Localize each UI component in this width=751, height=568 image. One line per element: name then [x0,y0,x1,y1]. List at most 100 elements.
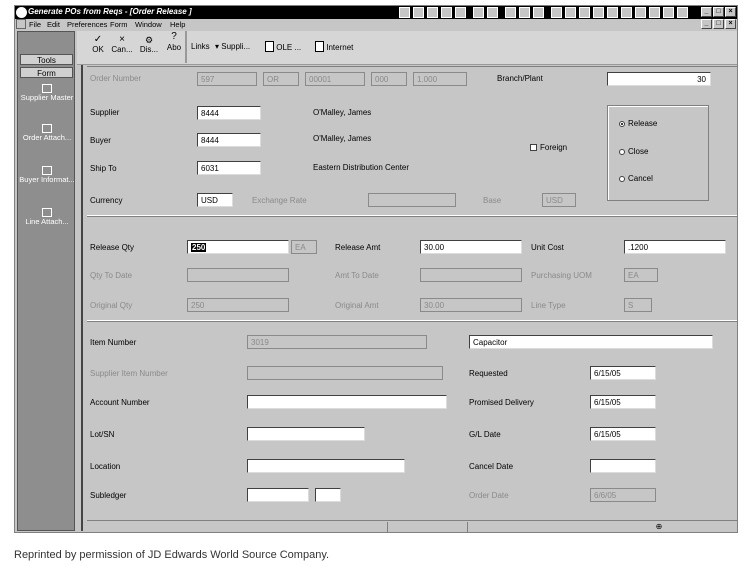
internet-label: Internet [326,43,354,52]
tool-icon[interactable] [565,7,576,18]
tool-icon[interactable] [579,7,590,18]
lot-sn-field[interactable] [247,427,365,441]
tab-form[interactable]: Form [20,67,73,78]
requested-field[interactable]: 6/15/05 [590,366,656,380]
foreign-checkbox[interactable]: Foreign [530,143,567,152]
cancel-date-label: Cancel Date [469,462,514,471]
status-bar: ⊕ [87,520,737,532]
supplier-label: Supplier [90,108,120,117]
account-number-field[interactable] [247,395,447,409]
exchange-rate-label: Exchange Rate [252,196,307,205]
menu-form[interactable]: Form [110,20,128,29]
original-amt-field: 30.00 [420,298,522,312]
gl-date-label: G/L Date [469,430,501,439]
foreign-label: Foreign [540,143,568,152]
dropdown-arrow-icon: ▾ [215,42,220,51]
window-title: Generate POs from Reqs - [Order Release … [28,7,192,16]
tool-icon[interactable] [505,7,516,18]
line-type-label: Line Type [531,301,566,310]
exit-buyer-information[interactable]: Buyer Informat... [18,166,76,184]
original-qty-field: 250 [187,298,289,312]
menu-window[interactable]: Window [135,20,162,29]
tool-icon[interactable] [677,7,688,18]
amt-to-date-label: Amt To Date [335,271,379,280]
exit-supplier-master[interactable]: Supplier Master [18,84,76,102]
menu-preferences[interactable]: Preferences [67,20,107,29]
exit-line-attach[interactable]: Line Attach... [18,208,76,226]
tool-icon[interactable] [413,7,424,18]
internet-link[interactable]: Internet [315,41,353,52]
radio-icon [619,149,625,155]
amt-to-date-field [420,268,522,282]
child-minimize-button[interactable]: _ [701,19,712,29]
ok-button[interactable]: ✓ OK [89,34,107,55]
supplier-link-label: Suppli... [221,42,251,51]
title-bar: Generate POs from Reqs - [Order Release … [15,6,737,19]
about-button[interactable]: ? Abo [165,31,183,52]
exit-order-attach[interactable]: Order Attach... [18,124,76,142]
child-restore-button[interactable]: □ [713,19,724,29]
x-icon: × [119,34,125,45]
tool-icon[interactable] [551,7,562,18]
gl-date-field[interactable]: 6/15/05 [590,427,656,441]
exit-label: Line Attach... [25,217,69,226]
supplier-item-label: Supplier Item Number [90,369,168,378]
links-label: Links [191,42,210,51]
currency-field[interactable]: USD [197,193,233,207]
display-button[interactable]: ⚙ Dis... [137,35,161,54]
order-suffix-field: 000 [371,72,407,86]
checkmark-icon: ✓ [93,34,103,45]
unit-cost-label: Unit Cost [531,243,564,252]
release-amt-field[interactable]: 30.00 [420,240,522,254]
about-label: Abo [166,43,182,52]
radio-icon [619,176,625,182]
tool-icon[interactable] [487,7,498,18]
exit-label: Order Attach... [22,133,72,142]
release-radio[interactable]: Release [619,119,657,128]
close-button[interactable]: × [725,7,736,17]
restore-button[interactable]: □ [713,7,724,17]
menu-edit[interactable]: Edit [47,20,60,29]
menu-file[interactable]: File [29,20,41,29]
ship-to-field[interactable]: 6031 [197,161,261,175]
tool-icon[interactable] [621,7,632,18]
qty-to-date-label: Qty To Date [90,271,133,280]
subledger-field[interactable] [247,488,309,502]
buyer-field[interactable]: 8444 [197,133,261,147]
tool-icon[interactable] [533,7,544,18]
cancel-date-field[interactable] [590,459,656,473]
ole-link[interactable]: OLE ... [265,41,301,52]
tool-icon[interactable] [399,7,410,18]
item-description-field[interactable]: Capacitor [469,335,713,349]
location-field[interactable] [247,459,405,473]
tool-icon[interactable] [519,7,530,18]
status-divider [467,522,468,532]
subledger-label: Subledger [90,491,127,500]
menu-help[interactable]: Help [170,20,185,29]
tool-icon[interactable] [607,7,618,18]
ole-label: OLE ... [276,43,302,52]
unit-cost-field[interactable]: .1200 [624,240,726,254]
minimize-button[interactable]: _ [701,7,712,17]
tool-icon[interactable] [455,7,466,18]
supplier-link[interactable]: ▾ Suppli... [215,42,250,51]
subledger-type-field[interactable] [315,488,341,502]
close-radio[interactable]: Close [619,147,648,156]
promised-delivery-field[interactable]: 6/15/05 [590,395,656,409]
child-close-button[interactable]: × [725,19,736,29]
tool-icon[interactable] [663,7,674,18]
links-button[interactable]: Links [191,42,210,51]
cancel-button[interactable]: × Can... [111,34,133,55]
tab-tools[interactable]: Tools [20,54,73,65]
tool-icon[interactable] [473,7,484,18]
release-qty-field[interactable]: 250 [187,240,289,254]
branch-plant-field[interactable]: 30 [607,72,711,86]
supplier-field[interactable]: 8444 [197,106,261,120]
cancel-radio[interactable]: Cancel [619,174,653,183]
tool-icon[interactable] [635,7,646,18]
tool-icon[interactable] [441,7,452,18]
tool-icon[interactable] [593,7,604,18]
image-credit: Reprinted by permission of JD Edwards Wo… [14,549,330,561]
tool-icon[interactable] [649,7,660,18]
tool-icon[interactable] [427,7,438,18]
